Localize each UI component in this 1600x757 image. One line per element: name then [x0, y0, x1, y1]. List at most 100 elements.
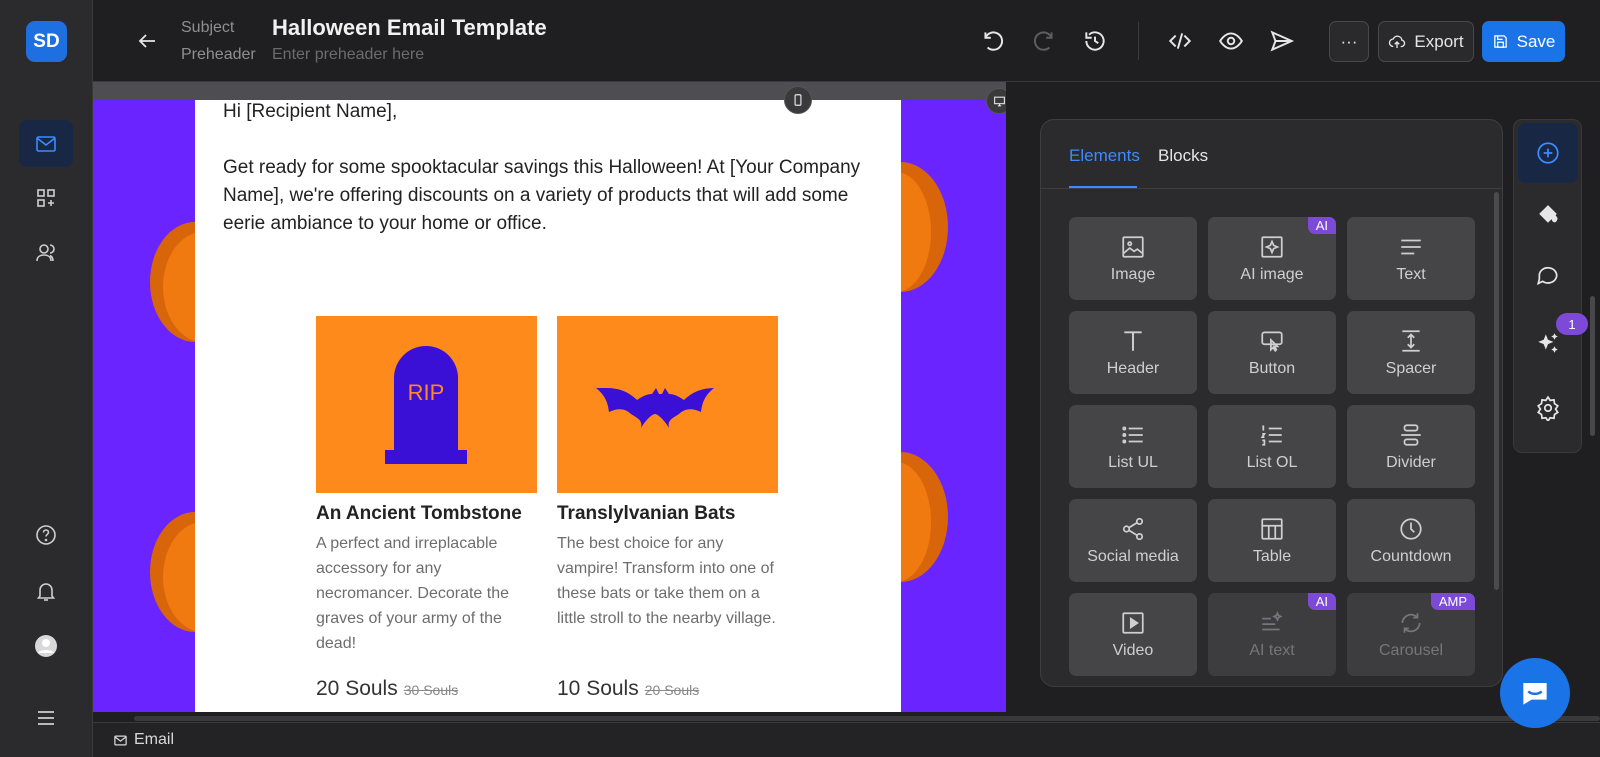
element-label: Text [1396, 265, 1426, 283]
ai-image-icon [1261, 235, 1283, 258]
greeting-text[interactable]: Hi [Recipient Name], [223, 98, 863, 126]
element-label: Spacer [1385, 359, 1437, 377]
workspace-logo[interactable]: SD [26, 21, 67, 62]
styles-button[interactable] [1518, 185, 1578, 245]
undo-icon[interactable] [980, 28, 1006, 54]
element-image[interactable]: Image [1069, 217, 1197, 300]
element-video[interactable]: Video [1069, 593, 1197, 676]
elements-panel: Elements Blocks Image AI AI image Text H… [1040, 119, 1503, 687]
element-ai-image[interactable]: AI AI image [1208, 217, 1336, 300]
element-table[interactable]: Table [1208, 499, 1336, 582]
ai-text-icon [1262, 610, 1283, 630]
amp-badge: AMP [1430, 593, 1475, 610]
product-image-bats[interactable] [557, 316, 778, 493]
tab-elements[interactable]: Elements [1069, 146, 1140, 166]
grid-add-icon [37, 188, 55, 207]
element-label: List UL [1108, 453, 1158, 471]
profile-button[interactable] [19, 622, 73, 669]
more-options-button[interactable]: ··· [1329, 21, 1369, 62]
back-arrow-icon[interactable] [135, 29, 159, 53]
users-icon [36, 243, 55, 261]
email-body[interactable]: Hi [Recipient Name], Get ready for some … [195, 100, 901, 712]
comments-button[interactable] [1518, 247, 1578, 307]
help-icon [36, 524, 56, 545]
tombstone-rip-text: RIP [408, 380, 445, 405]
panel-tabs: Elements Blocks [1041, 120, 1502, 189]
notifications-button[interactable] [19, 567, 73, 614]
support-chat-button[interactable] [1500, 658, 1570, 728]
element-carousel[interactable]: AMP Carousel [1347, 593, 1475, 676]
element-text[interactable]: Text [1347, 217, 1475, 300]
desktop-view-toggle[interactable] [986, 88, 1006, 114]
element-ai-text[interactable]: AI AI text [1208, 593, 1336, 676]
mail-icon [36, 135, 56, 152]
left-rail: SD [0, 0, 93, 757]
code-icon[interactable] [1167, 28, 1193, 54]
intro-text[interactable]: Get ready for some spooktacular savings … [223, 154, 863, 238]
button-icon [1261, 330, 1283, 352]
panel-scrollbar[interactable] [1494, 192, 1499, 590]
help-button[interactable] [19, 511, 73, 558]
product-title[interactable]: An Ancient Tombstone [316, 503, 522, 525]
chat-icon [1523, 683, 1547, 705]
email-nav-button[interactable] [19, 120, 73, 167]
product-title[interactable]: Translylvanian Bats [557, 503, 735, 525]
canvas-horizontal-scrollbar[interactable] [134, 716, 1600, 721]
sparkles-icon [1538, 333, 1558, 353]
product-description[interactable]: The best choice for any vampire! Transfo… [557, 531, 779, 631]
element-label: List OL [1246, 453, 1298, 471]
product-price[interactable]: 20 Souls 30 Souls [316, 677, 458, 701]
subject-input[interactable]: Halloween Email Template [272, 15, 547, 41]
element-label: Button [1248, 359, 1296, 377]
preheader-label: Preheader [181, 46, 256, 63]
page-scrollbar[interactable] [1590, 296, 1595, 436]
preview-eye-icon[interactable] [1218, 28, 1244, 54]
element-social-media[interactable]: Social media [1069, 499, 1197, 582]
table-icon [1261, 517, 1283, 540]
ai-badge: AI [1307, 593, 1336, 610]
list-ol-icon [1260, 424, 1282, 446]
share-icon [1122, 517, 1144, 540]
bat-icon [596, 388, 714, 428]
hamburger-icon [38, 710, 54, 725]
preheader-input[interactable]: Enter preheader here [272, 46, 424, 64]
product-description[interactable]: A perfect and irreplacable accessory for… [316, 531, 538, 656]
mobile-view-toggle[interactable] [784, 86, 812, 114]
element-label: AI image [1240, 265, 1304, 283]
element-label: Header [1106, 359, 1160, 377]
product-price[interactable]: 10 Souls 20 Souls [557, 677, 699, 701]
text-icon [1401, 239, 1421, 254]
phone-icon [794, 94, 802, 106]
element-label: AI text [1249, 641, 1295, 659]
breadcrumb[interactable]: Email [113, 731, 174, 749]
redo-icon[interactable] [1031, 28, 1057, 54]
element-divider[interactable]: Divider [1347, 405, 1475, 488]
divider-icon [1401, 423, 1421, 446]
export-button[interactable]: Export [1378, 21, 1474, 62]
old-price: 30 Souls [403, 682, 459, 698]
element-list-ul[interactable]: List UL [1069, 405, 1197, 488]
element-label: Divider [1386, 453, 1436, 471]
element-button[interactable]: Button [1208, 311, 1336, 394]
old-price: 20 Souls [644, 682, 700, 698]
email-canvas[interactable]: Hi [Recipient Name], Get ready for some … [93, 82, 1006, 712]
email-editor: SD Subject Preheader Halloween Email Tem… [0, 0, 1600, 757]
save-button[interactable]: Save [1482, 21, 1565, 62]
tab-blocks[interactable]: Blocks [1158, 146, 1208, 166]
spacer-icon [1402, 329, 1420, 352]
mail-icon [114, 735, 127, 745]
image-icon [1122, 235, 1144, 258]
templates-nav-button[interactable] [19, 174, 73, 221]
product-image-tombstone[interactable]: RIP [316, 316, 537, 493]
add-elements-button[interactable] [1518, 123, 1578, 183]
send-icon[interactable] [1269, 28, 1295, 54]
element-countdown[interactable]: Countdown [1347, 499, 1475, 582]
element-header[interactable]: Header [1069, 311, 1197, 394]
contacts-nav-button[interactable] [19, 229, 73, 276]
element-list-ol[interactable]: List OL [1208, 405, 1336, 488]
history-icon[interactable] [1082, 28, 1108, 54]
bottom-bar: Email [93, 722, 1600, 757]
menu-button[interactable] [19, 694, 73, 741]
settings-button[interactable] [1518, 378, 1578, 438]
element-spacer[interactable]: Spacer [1347, 311, 1475, 394]
